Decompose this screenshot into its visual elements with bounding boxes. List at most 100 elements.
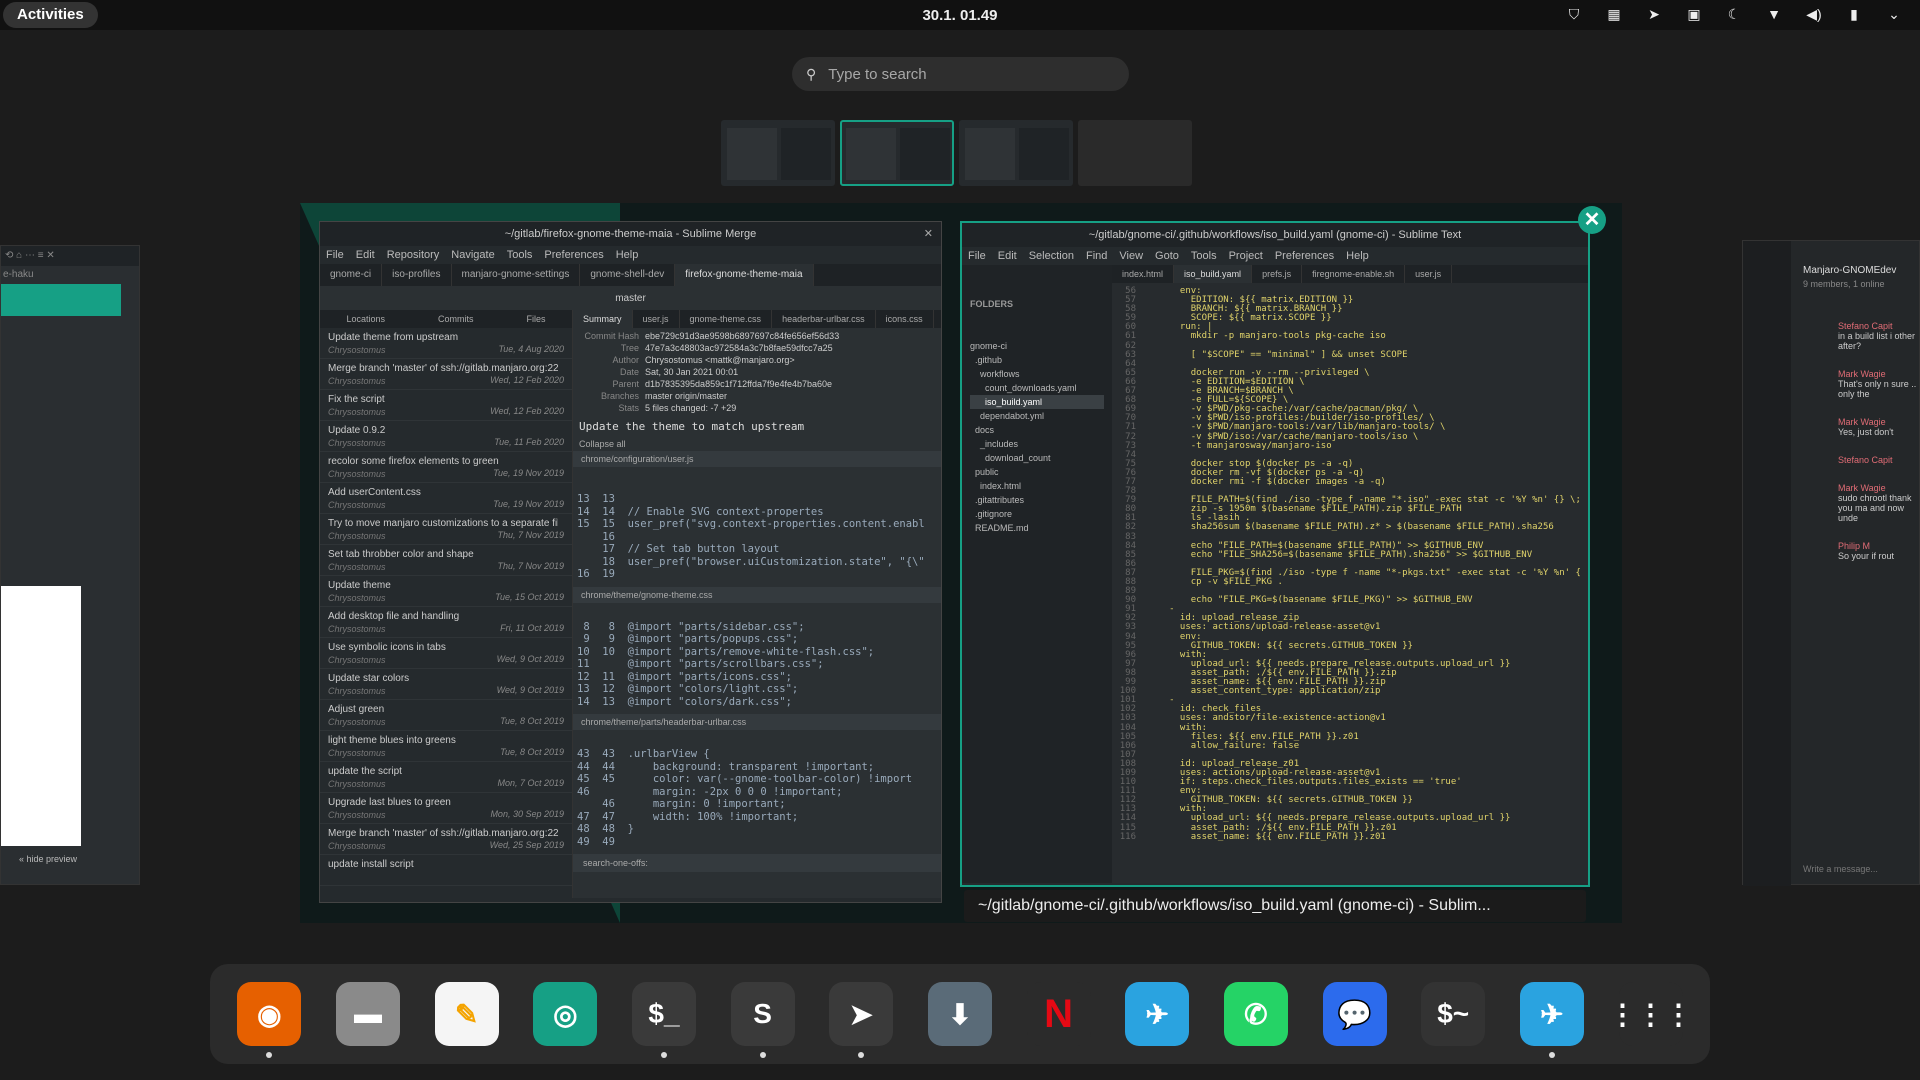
- telegram-tray-icon[interactable]: ➤: [1644, 4, 1664, 24]
- tab-firefox-gnome-theme-maia[interactable]: firefox-gnome-theme-maia: [675, 264, 814, 286]
- tab-firegnome-enable-sh[interactable]: firegnome-enable.sh: [1302, 265, 1406, 283]
- menu-help[interactable]: Help: [616, 246, 639, 264]
- folder-tree-item[interactable]: README.md: [970, 521, 1104, 535]
- meta-value[interactable]: Chrysostomus <mattk@manjaro.org>: [645, 354, 795, 366]
- tab-user-js[interactable]: user.js: [1405, 265, 1453, 283]
- code-content[interactable]: env: EDITION: ${{ matrix.EDITION }} BRAN…: [1142, 286, 1581, 842]
- meta-value[interactable]: Sat, 30 Jan 2021 00:01: [645, 366, 738, 378]
- commit-row[interactable]: Update 0.9.2 Chrysostomus Tue, 11 Feb 2020: [320, 421, 572, 452]
- file-header[interactable]: chrome/theme/parts/headerbar-urlbar.css: [573, 714, 941, 730]
- text-editor-icon[interactable]: ✎: [434, 982, 499, 1046]
- tab-files[interactable]: Files: [526, 310, 545, 328]
- commit-row[interactable]: Update star colors Chrysostomus Wed, 9 Oct…: [320, 669, 572, 700]
- tab-label[interactable]: e-haku: [1, 266, 139, 284]
- folder-tree-item[interactable]: docs: [970, 423, 1104, 437]
- menu-tools[interactable]: Tools: [1191, 247, 1217, 265]
- file-header[interactable]: chrome/theme/gnome-theme.css: [573, 586, 941, 603]
- chat-message[interactable]: Mark Wagie That's only n sure .. only the: [1838, 369, 1918, 399]
- commit-row[interactable]: Add desktop file and handling Chrysostomu…: [320, 607, 572, 638]
- menu-repository[interactable]: Repository: [387, 246, 440, 264]
- netflix-icon[interactable]: N: [1026, 982, 1091, 1046]
- night-light-icon[interactable]: ☾: [1724, 4, 1744, 24]
- tab-index-html[interactable]: index.html: [1112, 265, 1175, 283]
- workspace-thumbnail-empty[interactable]: [1078, 120, 1192, 186]
- folder-tree-item[interactable]: download_count: [970, 451, 1104, 465]
- close-window-button[interactable]: ✕: [1578, 206, 1606, 234]
- chat-message[interactable]: Stefano Capit in a build list i other aft…: [1838, 321, 1918, 351]
- commit-row[interactable]: Try to move manjaro customizations to a …: [320, 514, 572, 545]
- meta-value[interactable]: ebe729c91d3ae9598b6897697c84fe656ef56d33: [645, 330, 839, 342]
- tab-manjaro-gnome-settings[interactable]: manjaro-gnome-settings: [452, 264, 581, 286]
- window-titlebar[interactable]: ~/gitlab/firefox-gnome-theme-maia - Subl…: [320, 222, 941, 246]
- sublime-merge-icon[interactable]: ➤: [829, 982, 894, 1058]
- tab-gnome-theme-css[interactable]: gnome-theme.css: [680, 310, 773, 328]
- folder-tree-item[interactable]: count_downloads.yaml: [970, 381, 1104, 395]
- folder-tree-item[interactable]: _includes: [970, 437, 1104, 451]
- chevron-down-icon[interactable]: ⌄: [1884, 4, 1904, 24]
- meta-value[interactable]: 5 files changed: -7 +29: [645, 402, 736, 414]
- commit-row[interactable]: Add userContent.css Chrysostomus Tue, 19 N…: [320, 483, 572, 514]
- volume-icon[interactable]: ◀): [1804, 4, 1824, 24]
- grid-icon[interactable]: ▦: [1604, 4, 1624, 24]
- folder-tree-item[interactable]: .github: [970, 353, 1104, 367]
- tab-commits[interactable]: Commits: [438, 310, 474, 328]
- collapse-all-button[interactable]: Collapse all: [573, 437, 941, 451]
- folder-tree-item[interactable]: iso_build.yaml: [970, 395, 1104, 409]
- shutter-icon[interactable]: ◎: [533, 982, 598, 1046]
- shield-icon[interactable]: ⛉: [1564, 4, 1584, 24]
- chat-message[interactable]: Stefano Capit: [1838, 455, 1918, 465]
- wifi-icon[interactable]: ▼: [1764, 4, 1784, 24]
- terminal-2-icon[interactable]: $~: [1421, 982, 1486, 1046]
- sublime-text-window[interactable]: ~/gitlab/gnome-ci/.github/workflows/iso_…: [960, 221, 1590, 887]
- commit-row[interactable]: light theme blues into greens Chrysostomu…: [320, 731, 572, 762]
- commit-row[interactable]: Adjust green Chrysostomus Tue, 8 Oct 2019: [320, 700, 572, 731]
- search-box[interactable]: ⚲: [792, 57, 1129, 91]
- app-grid-icon[interactable]: ⋮⋮⋮: [1609, 982, 1693, 1046]
- battery-icon[interactable]: ▮: [1844, 4, 1864, 24]
- whatsapp-icon[interactable]: ✆: [1223, 982, 1288, 1046]
- menu-selection[interactable]: Selection: [1029, 247, 1074, 265]
- left-workspace-window[interactable]: ⟲ ⌂ ⋯ ≡ ✕ e-haku « hide preview: [0, 245, 140, 885]
- commit-row[interactable]: Upgrade last blues to green Chrysostomus M…: [320, 793, 572, 824]
- commit-row[interactable]: update install script: [320, 855, 572, 886]
- workspace-thumbnail-active[interactable]: [840, 120, 954, 186]
- branch-selector[interactable]: master: [615, 293, 646, 304]
- search-input[interactable]: [828, 65, 1089, 83]
- folder-tree-item[interactable]: .gitattributes: [970, 493, 1104, 507]
- menu-file[interactable]: File: [326, 246, 344, 264]
- right-workspace-window[interactable]: Manjaro-GNOMEdev 9 members, 1 online Ste…: [1742, 240, 1920, 886]
- meta-value[interactable]: d1b7835395da859c1f712ffda7f9e4fe4b7ba60e: [645, 378, 832, 390]
- telegram-2-icon[interactable]: ✈: [1519, 982, 1584, 1058]
- menu-edit[interactable]: Edit: [356, 246, 375, 264]
- window-titlebar[interactable]: ~/gitlab/gnome-ci/.github/workflows/iso_…: [962, 223, 1588, 247]
- meta-value[interactable]: 47e7a3c48803ac972584a3c7b8fae59dfcc7a25: [645, 342, 833, 354]
- menu-preferences[interactable]: Preferences: [1275, 247, 1334, 265]
- menu-edit[interactable]: Edit: [998, 247, 1017, 265]
- commit-row[interactable]: Update theme from upstream Chrysostomus Tu…: [320, 328, 572, 359]
- telegram-icon[interactable]: ✈: [1125, 982, 1190, 1046]
- menu-project[interactable]: Project: [1229, 247, 1263, 265]
- tab-iso-build-yaml[interactable]: iso_build.yaml: [1174, 265, 1253, 283]
- tab-user-js[interactable]: user.js: [633, 310, 680, 328]
- folder-tree-item[interactable]: dependabot.yml: [970, 409, 1104, 423]
- close-icon[interactable]: ✕: [924, 222, 933, 246]
- signal-icon[interactable]: 💬: [1322, 982, 1387, 1046]
- folder-tree-item[interactable]: .gitignore: [970, 507, 1104, 521]
- file-header[interactable]: chrome/configuration/user.js: [573, 451, 941, 467]
- firefox-icon[interactable]: ◉: [237, 982, 302, 1058]
- menu-goto[interactable]: Goto: [1155, 247, 1179, 265]
- menu-navigate[interactable]: Navigate: [451, 246, 494, 264]
- folder-tree-item[interactable]: public: [970, 465, 1104, 479]
- tab-icons-css[interactable]: icons.css: [876, 310, 934, 328]
- chat-message[interactable]: Mark Wagie Yes, just don't: [1838, 417, 1918, 437]
- meta-value[interactable]: master origin/master: [645, 390, 727, 402]
- folder-tree-item[interactable]: gnome-ci: [970, 339, 1104, 353]
- commit-row[interactable]: Update theme Chrysostomus Tue, 15 Oct 2019: [320, 576, 572, 607]
- commit-row[interactable]: Merge branch 'master' of ssh://gitlab.ma…: [320, 824, 572, 855]
- chat-message[interactable]: Philip M So your if rout: [1838, 541, 1918, 561]
- sublime-text-icon[interactable]: S: [730, 982, 795, 1058]
- folder-tree-item[interactable]: workflows: [970, 367, 1104, 381]
- menu-view[interactable]: View: [1119, 247, 1143, 265]
- tab-gnome-shell-dev[interactable]: gnome-shell-dev: [580, 264, 676, 286]
- hide-preview-link[interactable]: « hide preview: [19, 854, 77, 864]
